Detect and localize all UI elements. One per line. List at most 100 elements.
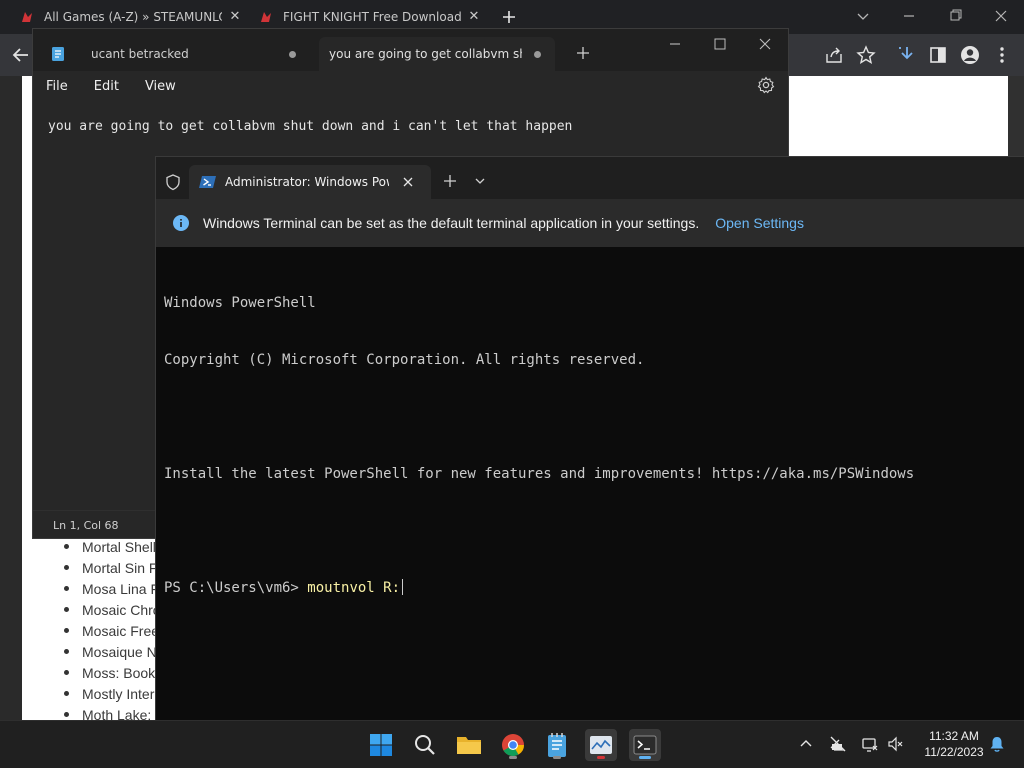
- close-tab-icon[interactable]: ✕: [467, 10, 481, 24]
- cursor-position: Ln 1, Col 68: [53, 519, 119, 532]
- terminal-infobar: Windows Terminal can be set as the defau…: [156, 199, 1024, 247]
- volume-muted-icon[interactable]: [887, 735, 905, 753]
- close-window-icon[interactable]: [990, 6, 1012, 26]
- search-button[interactable]: [409, 729, 441, 761]
- menu-edit[interactable]: Edit: [94, 79, 119, 94]
- infobar-message: Windows Terminal can be set as the defau…: [203, 215, 700, 231]
- close-tab-icon[interactable]: ✕: [228, 10, 242, 24]
- steamunlocked-favicon-icon: [22, 12, 32, 22]
- list-item[interactable]: Mostly Inter: [64, 683, 161, 704]
- list-item-label: Mortal Sin F: [82, 559, 158, 576]
- prompt-line[interactable]: PS C:\Users\vm6> moutnvol R:: [164, 579, 914, 598]
- notepad-tab-active[interactable]: you are going to get collabvm shut down: [319, 37, 555, 71]
- bookmark-star-icon[interactable]: [855, 44, 877, 66]
- info-icon: [173, 215, 189, 231]
- shield-icon: [166, 174, 180, 191]
- clock-time: 11:32 AM: [929, 729, 979, 743]
- console-line: Install the latest PowerShell for new fe…: [164, 466, 915, 482]
- browser-tab-title: FIGHT KNIGHT Free Download (v: [283, 10, 461, 24]
- chevron-down-icon[interactable]: [474, 176, 486, 186]
- list-item-label: Mosaique N: [82, 643, 157, 660]
- notepad-taskbar-button[interactable]: [541, 729, 573, 761]
- powershell-icon: [199, 176, 216, 188]
- notepad-text-area[interactable]: you are going to get collabvm shut down …: [48, 119, 572, 134]
- list-item[interactable]: Mosaique N: [64, 641, 161, 662]
- gear-icon[interactable]: [757, 76, 775, 94]
- list-item-label: Moss: Book: [82, 664, 156, 681]
- typed-command: moutnvol R:: [307, 580, 401, 596]
- bullet: [64, 565, 69, 570]
- task-manager-taskbar-button[interactable]: [585, 729, 617, 761]
- menu-view[interactable]: View: [145, 79, 176, 94]
- profile-avatar-icon[interactable]: [959, 44, 981, 66]
- start-button[interactable]: [365, 729, 397, 761]
- tab-search-chevron-icon[interactable]: [852, 6, 874, 26]
- terminal-tab-powershell[interactable]: Administrator: Windows PowerShell: [189, 165, 431, 199]
- running-indicator: [553, 756, 561, 759]
- chevron-up-icon[interactable]: [797, 735, 815, 753]
- back-arrow-icon[interactable]: [10, 44, 32, 66]
- list-item[interactable]: Mosa Lina F: [64, 578, 161, 599]
- terminal-tabbar: Administrator: Windows PowerShell: [156, 157, 1024, 199]
- close-tab-icon[interactable]: [401, 175, 415, 189]
- terminal-icon: [633, 735, 657, 755]
- notepad-tab-ucant-betracked[interactable]: ucant betracked: [47, 37, 311, 71]
- taskbar: 11:32 AM 11/22/2023: [0, 720, 1024, 768]
- close-window-icon[interactable]: [756, 35, 774, 53]
- list-item[interactable]: Mosaic Free: [64, 620, 161, 641]
- bullet: [64, 607, 69, 612]
- console-line: Copyright (C) Microsoft Corporation. All…: [164, 352, 645, 368]
- bullet: [64, 544, 69, 549]
- maximize-icon[interactable]: [711, 35, 729, 53]
- bullet: [64, 712, 69, 717]
- windows-logo-icon: [370, 734, 392, 756]
- notepad-tab-title: ucant betracked: [91, 47, 189, 61]
- open-settings-link[interactable]: Open Settings: [715, 215, 804, 231]
- network-disconnected-icon[interactable]: [829, 735, 847, 753]
- list-item-label: Mortal Shell: [82, 538, 156, 555]
- terminal-console[interactable]: Windows PowerShell Copyright (C) Microso…: [164, 256, 914, 636]
- network-icon[interactable]: [861, 735, 879, 753]
- running-indicator: [597, 756, 605, 759]
- notification-bell-icon[interactable]: [988, 735, 1006, 753]
- focused-indicator: [639, 756, 651, 759]
- list-item[interactable]: Moss: Book: [64, 662, 161, 683]
- minimize-icon[interactable]: [898, 6, 920, 26]
- bullet: [64, 628, 69, 633]
- list-item-label: Mosaic Free: [82, 622, 160, 639]
- bullet: [64, 649, 69, 654]
- new-tab-plus-icon[interactable]: [443, 174, 457, 188]
- task-manager-icon: [590, 736, 612, 754]
- list-item-label: Mostly Inter: [82, 685, 155, 702]
- list-item-label: Mosaic Chro: [82, 601, 161, 618]
- bullet: [64, 691, 69, 696]
- clock-date: 11/22/2023: [924, 745, 984, 759]
- chrome-taskbar-button[interactable]: [497, 729, 529, 761]
- new-tab-plus-icon[interactable]: [576, 46, 590, 60]
- menu-file[interactable]: File: [46, 79, 68, 94]
- games-list: Mortal Shell Mortal Sin F Mosa Lina F Mo…: [64, 536, 161, 725]
- text-cursor: [402, 579, 404, 595]
- more-options-icon[interactable]: [991, 44, 1013, 66]
- new-tab-plus-icon[interactable]: [501, 9, 517, 25]
- console-line: Windows PowerShell: [164, 295, 316, 311]
- system-clock[interactable]: 11:32 AM 11/22/2023: [912, 728, 996, 760]
- list-item[interactable]: Mortal Sin F: [64, 557, 161, 578]
- running-indicator: [509, 756, 517, 759]
- notepad-menubar: File Edit View: [33, 71, 788, 101]
- list-item[interactable]: Mortal Shell: [64, 536, 161, 557]
- terminal-taskbar-button[interactable]: [629, 729, 661, 761]
- restore-icon[interactable]: [944, 6, 966, 26]
- share-icon[interactable]: [823, 44, 845, 66]
- minimize-icon[interactable]: [666, 35, 684, 53]
- side-panel-icon[interactable]: [927, 44, 949, 66]
- list-item[interactable]: Mosaic Chro: [64, 599, 161, 620]
- bullet: [64, 670, 69, 675]
- browser-tab-title: All Games (A-Z) » STEAMUNLOCKED: [44, 10, 222, 24]
- extension-download-icon[interactable]: [896, 44, 918, 66]
- file-explorer-button[interactable]: [453, 729, 485, 761]
- bullet: [64, 586, 69, 591]
- folder-icon: [457, 737, 481, 754]
